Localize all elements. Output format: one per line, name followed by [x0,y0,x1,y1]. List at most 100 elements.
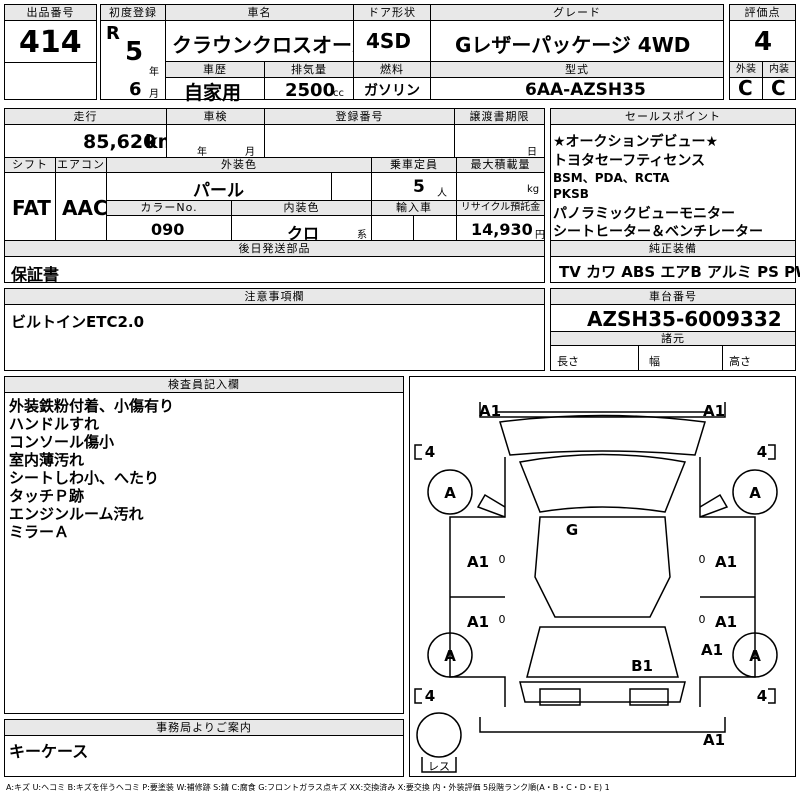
inspector-line: ミラーＡ [9,523,70,541]
cc-box: 排気量 2500 cc [264,61,354,101]
model: 6AA-AZSH35 [525,80,646,100]
transfer-box: 譲渡書期限 日 [454,108,545,158]
notes-label: 注意事項欄 [5,289,544,305]
selling-box: セールスポイント ★オークションデビュー★ トヨタセーフティセンス BSM、PD… [550,108,796,241]
mark-4-rear-right: 4 [757,687,767,705]
equip-items: TV カワ ABS エアB アルミ PS PW [559,263,800,281]
history-label: 車歴 [166,62,264,78]
later-box: 後日発送部品 保証書 [4,240,545,284]
dim-width: 幅 [649,355,660,368]
lot-number: 414 [19,25,82,60]
dim-height: 高さ [729,355,751,368]
notes-text: ビルトインETC2.0 [11,313,145,331]
mark-a-tire-rr: A [749,647,761,665]
inspection-month-unit: 月 [245,147,255,158]
transfer-label: 譲渡書期限 [455,109,544,125]
ext-box: 外装 C [729,61,763,100]
inspection-year-unit: 年 [197,147,207,158]
mark-4-front-right: 4 [757,443,767,461]
office-label: 事務局よりご案内 [5,720,403,736]
color-label: 外装色 [107,158,371,173]
legend: A:キズ U:ヘコミ B:キズを伴うヘコミ P:要塗装 W:補修跡 S:錆 C:… [6,783,610,792]
reg-label: 初度登録 [101,5,165,21]
score-box: 評価点 4 [729,4,796,62]
load-label: 最大積載量 [457,158,544,173]
reg-box: 初度登録 R 5 年 6 月 [100,4,166,100]
load-unit: kg [527,184,540,195]
import-label: 輸入車 [372,201,456,216]
later-label: 後日発送部品 [5,241,544,257]
inspector-box: 検査員記入欄 外装鉄粉付着、小傷有り ハンドルすれ コンソール傷小 室内薄汚れ … [4,376,404,714]
recycle-label: リサイクル預託金 [457,201,544,216]
grade-box: グレード Gレザーパッケージ 4WD [430,4,724,62]
mark-a-tire-fr: A [749,484,761,502]
model-box: 型式 6AA-AZSH35 [430,61,724,100]
door-type: 4SD [366,29,411,53]
recycle: 14,930 [471,220,533,239]
mark-0-rl: 0 [499,613,506,626]
selling-line: トヨタセーフティセンス [553,153,706,169]
fuel-label: 燃料 [354,62,430,78]
inspection-box: 車検 年 月 [166,108,265,158]
capacity-unit: 人 [437,188,447,199]
history: 自家用 [184,82,242,104]
int-grade: C [771,76,786,100]
chassis-label: 車台番号 [551,289,795,305]
score-label: 評価点 [730,5,795,21]
reg-year-unit: 年 [149,67,159,78]
shift-label: シフト [5,158,55,173]
fuel: ガソリン [364,83,420,99]
score: 4 [754,27,773,57]
office-text: キーケース [9,742,89,761]
inspection-label: 車検 [167,109,264,125]
grade: Gレザーパッケージ 4WD [455,33,691,57]
reg-era: R [106,23,120,44]
fuel-box: 燃料 ガソリン [353,61,431,100]
color: パール [193,181,244,201]
selling-label: セールスポイント [551,109,795,125]
inspector-label: 検査員記入欄 [5,377,403,393]
int-box: 内装 C [762,61,796,100]
chassis-box: 車台番号 AZSH35-6009332 諸元 長さ 幅 高さ [550,288,796,371]
mark-4-front-left: 4 [425,443,435,461]
mark-0-rr: 0 [699,613,706,626]
transfer-day-unit: 日 [527,147,537,158]
equip-box: 純正装備 TV カワ ABS エアB アルミ PS PW [550,240,800,283]
mark-b1-rear: B1 [631,657,653,675]
mark-a1-door-rl: A1 [467,613,489,631]
mark-g-windshield: G [566,521,578,539]
mark-a1-front-left: A1 [479,402,501,420]
selling-line: BSM、PDA、RCTA [553,171,670,185]
intcolor-unit: 系 [357,230,367,241]
recycle-unit: 円 [535,230,545,241]
ac-label: エアコン [56,158,106,173]
reg-month-unit: 月 [149,89,159,100]
mark-4-rear-left: 4 [425,687,435,705]
chassis-number: AZSH35-6009332 [587,307,782,331]
later-parts: 保証書 [11,265,60,284]
mark-a-tire-rl: A [444,647,456,665]
colorno-label: カラーNo. [107,201,231,216]
cc-label: 排気量 [265,62,353,78]
dim-length: 長さ [557,355,579,368]
regno-box: 登録番号 [264,108,455,158]
model-label: 型式 [431,62,723,78]
spec-grid: シフト エアコン 外装色 乗車定員 最大積載量 FAT AAC パール 5 人 … [4,157,545,243]
history-box: 車歴 自家用 [165,61,265,104]
mileage-box: 走行 85,620 km [4,108,177,158]
spare-status: レス [428,760,450,773]
reg-month: 6 [129,79,142,100]
cc: 2500 [285,80,336,101]
mark-a1-rear-bumper: A1 [703,731,725,749]
regno-label: 登録番号 [265,109,454,125]
selling-line: PKSB [553,187,589,201]
mark-0-fr: 0 [699,553,706,566]
capacity: 5 [413,177,425,197]
selling-line: パノラミックビューモニター [553,206,735,222]
shift: FAT [12,196,51,220]
cc-unit: cc [333,88,344,99]
grade-label: グレード [431,5,723,21]
mark-a1-front-right: A1 [703,402,725,420]
ext-grade: C [738,76,753,100]
notes-box: 注意事項欄 ビルトインETC2.0 [4,288,545,371]
